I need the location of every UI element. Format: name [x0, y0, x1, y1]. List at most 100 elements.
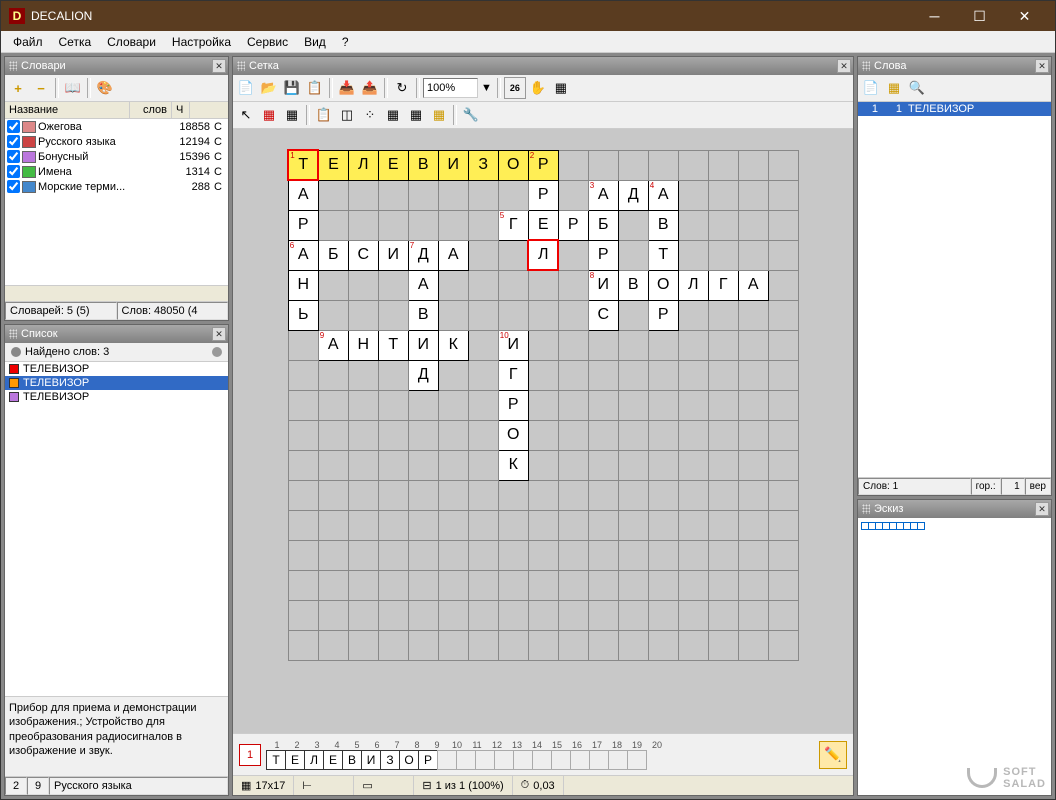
- grid-cell[interactable]: Р: [288, 210, 318, 240]
- fill-grid-icon[interactable]: ▦: [281, 104, 303, 126]
- save-icon[interactable]: 💾: [281, 77, 303, 99]
- entry-cell[interactable]: [589, 750, 609, 770]
- entry-number[interactable]: 1: [239, 744, 261, 766]
- menu-Настройка[interactable]: Настройка: [164, 33, 239, 51]
- maximize-button[interactable]: ☐: [957, 1, 1002, 31]
- grid-cell[interactable]: 3А: [588, 180, 618, 210]
- entry-cell[interactable]: [608, 750, 628, 770]
- entry-cell[interactable]: Е: [323, 750, 343, 770]
- grid-cell[interactable]: Б: [588, 210, 618, 240]
- hand-icon[interactable]: ✋: [527, 77, 549, 99]
- new-icon[interactable]: 📄: [235, 77, 257, 99]
- entry-cell[interactable]: Л: [304, 750, 324, 770]
- list-panel-close[interactable]: ✕: [212, 327, 226, 341]
- grid-cell[interactable]: Л: [348, 150, 378, 180]
- pattern1-icon[interactable]: ▦: [382, 104, 404, 126]
- words-panel-close[interactable]: ✕: [1035, 59, 1049, 73]
- entry-cell[interactable]: Т: [266, 750, 286, 770]
- menu-Сетка[interactable]: Сетка: [51, 33, 100, 51]
- dict-scrollbar[interactable]: [5, 285, 228, 301]
- words-grid-icon[interactable]: ▦: [883, 77, 905, 99]
- grid-cell[interactable]: Д: [408, 360, 438, 390]
- list-item[interactable]: ТЕЛЕВИЗОР: [5, 390, 228, 404]
- entry-cell[interactable]: [570, 750, 590, 770]
- entry-cell[interactable]: [494, 750, 514, 770]
- dict-checkbox[interactable]: [7, 165, 20, 178]
- grid-cell[interactable]: К: [438, 330, 468, 360]
- export-icon[interactable]: 📤: [359, 77, 381, 99]
- grid-cell[interactable]: Р: [498, 390, 528, 420]
- number-icon[interactable]: 26: [504, 77, 526, 99]
- dict-panel-close[interactable]: ✕: [212, 59, 226, 73]
- grid-cell[interactable]: Д: [618, 180, 648, 210]
- entry-cell[interactable]: О: [399, 750, 419, 770]
- dict-hdr-c[interactable]: Ч: [172, 102, 190, 118]
- grid-cell[interactable]: Г: [708, 270, 738, 300]
- entry-cell[interactable]: [513, 750, 533, 770]
- grid-cell[interactable]: Р: [558, 210, 588, 240]
- grid-cell[interactable]: 1Т: [288, 150, 318, 180]
- refresh-icon[interactable]: ↻: [391, 77, 413, 99]
- minimize-button[interactable]: ─: [912, 1, 957, 31]
- grid-cell[interactable]: Т: [648, 240, 678, 270]
- grid-cell[interactable]: Е: [378, 150, 408, 180]
- grid-cell[interactable]: С: [588, 300, 618, 330]
- dict-row[interactable]: Бонусный15396С: [5, 149, 228, 164]
- entry-cell[interactable]: [551, 750, 571, 770]
- paste-icon[interactable]: 📋: [313, 104, 335, 126]
- dict-checkbox[interactable]: [7, 135, 20, 148]
- grid-cell[interactable]: В: [648, 210, 678, 240]
- grid-cell[interactable]: 7Д: [408, 240, 438, 270]
- grid-cell[interactable]: Т: [378, 330, 408, 360]
- dict-checkbox[interactable]: [7, 180, 20, 193]
- grid-cell[interactable]: Р: [588, 240, 618, 270]
- grid-cell[interactable]: С: [348, 240, 378, 270]
- entry-cell[interactable]: [627, 750, 647, 770]
- menu-Файл[interactable]: Файл: [5, 33, 51, 51]
- dict-hdr-words[interactable]: слов: [130, 102, 172, 118]
- grid-cell[interactable]: В: [408, 150, 438, 180]
- dict-row[interactable]: Имена1314С: [5, 164, 228, 179]
- import-icon[interactable]: 📥: [336, 77, 358, 99]
- grid-cell[interactable]: Е: [528, 210, 558, 240]
- grid-cell[interactable]: 8И: [588, 270, 618, 300]
- fill-red-icon[interactable]: ▦: [258, 104, 280, 126]
- pointer-icon[interactable]: ↖: [235, 104, 257, 126]
- list-item[interactable]: ТЕЛЕВИЗОР: [5, 362, 228, 376]
- words-row[interactable]: 11ТЕЛЕВИЗОР: [858, 102, 1051, 116]
- grid-cell[interactable]: О: [498, 420, 528, 450]
- grid-cell[interactable]: 9А: [318, 330, 348, 360]
- dict-checkbox[interactable]: [7, 150, 20, 163]
- grid-cell[interactable]: Р: [528, 180, 558, 210]
- grid-cell[interactable]: Н: [288, 270, 318, 300]
- entry-cell[interactable]: [475, 750, 495, 770]
- grid-cell[interactable]: 4А: [648, 180, 678, 210]
- entry-cell[interactable]: З: [380, 750, 400, 770]
- grid-cell[interactable]: В: [618, 270, 648, 300]
- grid-cell[interactable]: И: [438, 150, 468, 180]
- grid-cell[interactable]: Р: [648, 300, 678, 330]
- grid-cell[interactable]: 5Г: [498, 210, 528, 240]
- grid-cell[interactable]: О: [498, 150, 528, 180]
- entry-cell[interactable]: Р: [418, 750, 438, 770]
- pattern3-icon[interactable]: ▦: [428, 104, 450, 126]
- grid-cell[interactable]: И: [408, 330, 438, 360]
- grid-cell[interactable]: К: [498, 450, 528, 480]
- dict-palette-icon[interactable]: 🎨: [94, 77, 116, 99]
- list-item[interactable]: ТЕЛЕВИЗОР: [5, 376, 228, 390]
- grid-cell[interactable]: З: [468, 150, 498, 180]
- copy-icon[interactable]: 📋: [304, 77, 326, 99]
- dict-table[interactable]: Название слов Ч Ожегова18858СРусского яз…: [5, 102, 228, 285]
- shapes-icon[interactable]: ◫: [336, 104, 358, 126]
- grid-cell[interactable]: А: [738, 270, 768, 300]
- grid-cell[interactable]: О: [648, 270, 678, 300]
- grid-cell[interactable]: Л: [528, 240, 558, 270]
- dict-row[interactable]: Ожегова18858С: [5, 119, 228, 134]
- grid-cell[interactable]: В: [408, 300, 438, 330]
- word-list[interactable]: ТЕЛЕВИЗОРТЕЛЕВИЗОРТЕЛЕВИЗОР: [5, 362, 228, 696]
- dict-row[interactable]: Русского языка12194С: [5, 134, 228, 149]
- menu-?[interactable]: ?: [334, 33, 357, 51]
- grid-cell[interactable]: Г: [498, 360, 528, 390]
- entry-cell[interactable]: В: [342, 750, 362, 770]
- grid-cell[interactable]: А: [288, 180, 318, 210]
